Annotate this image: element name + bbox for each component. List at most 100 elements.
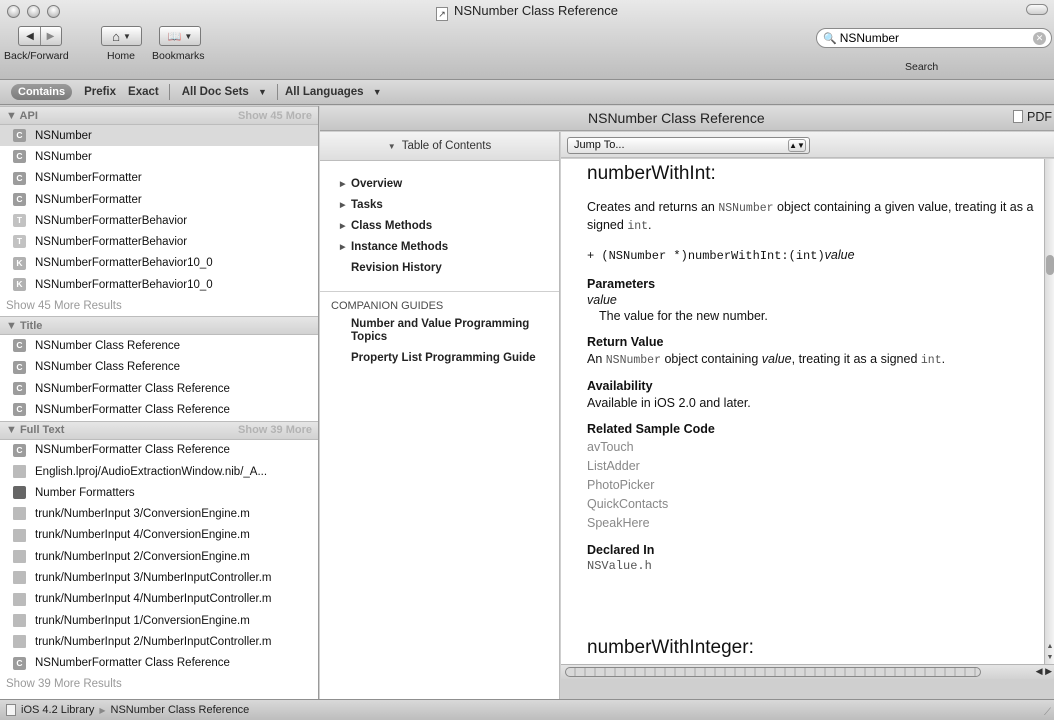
result-row[interactable]: C NSNumberFormatter Class Reference [0, 378, 318, 399]
languages-popup[interactable]: All Languages ▼ [285, 86, 382, 98]
forward-icon[interactable]: ▶ [40, 27, 60, 45]
result-row[interactable]: C NSNumber [0, 125, 318, 147]
result-type-icon: C [13, 192, 26, 206]
search-input[interactable] [839, 31, 1020, 45]
toc-item-overview[interactable]: ▶ Overview [320, 173, 559, 194]
breadcrumb-library[interactable]: iOS 4.2 Library [21, 704, 94, 716]
content-vertical-scrollbar[interactable]: ▲ ▼ [1044, 159, 1054, 664]
result-row[interactable]: trunk/NumberInput 3/NumberInputControlle… [0, 567, 318, 588]
method-declaration: + (NSNumber *)numberWithInt:(int)value [587, 248, 855, 263]
result-row[interactable]: trunk/NumberInput 1/ConversionEngine.m [0, 610, 318, 631]
jump-to-bar: Jump To... ▲▼ [561, 132, 1054, 158]
companion-guide-link[interactable]: Number and Value Programming Topics [320, 318, 559, 344]
disclosure-triangle-icon: ▼ [6, 109, 17, 122]
chevron-down-icon: ▼ [122, 31, 131, 41]
table-of-contents-pane: ▼ Table of Contents ▶ Overview ▶ Tasks ▶ Cla… [320, 132, 560, 699]
toc-header[interactable]: ▼ Table of Contents [320, 132, 559, 161]
result-row[interactable]: K NSNumberFormatterBehavior10_0 [0, 253, 318, 274]
scroll-thumb[interactable] [1046, 255, 1054, 275]
result-row[interactable]: English.lproj/AudioExtractionWindow.nib/… [0, 461, 318, 482]
companion-guide-link[interactable]: Property List Programming Guide [320, 352, 559, 365]
result-row[interactable]: trunk/NumberInput 4/ConversionEngine.m [0, 525, 318, 546]
scroll-thumb[interactable] [565, 667, 981, 677]
show-more-results-link[interactable]: Show 45 More Results [0, 295, 318, 316]
scope-prefix-button[interactable]: Prefix [84, 86, 116, 98]
result-label: NSNumber Class Reference [35, 361, 181, 374]
scope-exact-button[interactable]: Exact [128, 86, 159, 98]
result-label: NSNumberFormatterBehavior [35, 236, 188, 249]
scroll-right-icon[interactable]: ▶ [1045, 666, 1052, 676]
title-group-header[interactable]: ▼ Title [0, 316, 318, 336]
sample-code-link[interactable]: PhotoPicker [587, 476, 1044, 495]
show-more-link[interactable]: Show 45 More [238, 110, 312, 122]
home-label: Home [107, 50, 136, 62]
content-horizontal-scrollbar[interactable]: ◀ ▶ [561, 664, 1054, 679]
result-type-icon: C [13, 150, 26, 164]
result-row[interactable]: C NSNumberFormatter [0, 189, 318, 210]
result-row[interactable]: T NSNumberFormatterBehavior [0, 231, 318, 252]
full-text-group-header[interactable]: ▼ Full Text Show 39 More [0, 420, 318, 440]
result-row[interactable]: T NSNumberFormatterBehavior [0, 210, 318, 231]
result-row[interactable]: C NSNumber [0, 146, 318, 167]
jump-to-popup[interactable]: Jump To... ▲▼ [567, 137, 810, 154]
home-button[interactable]: ⌂ ▼ [101, 26, 142, 46]
result-type-icon: C [13, 360, 26, 374]
chevron-down-icon: ▼ [184, 31, 193, 41]
parameters-heading: Parameters [587, 277, 656, 291]
companion-guides-header: COMPANION GUIDES [331, 300, 444, 312]
result-row[interactable]: C NSNumberFormatter [0, 168, 318, 189]
pdf-icon [1013, 110, 1023, 123]
pdf-button[interactable]: PDF [1013, 110, 1052, 124]
scroll-down-icon[interactable]: ▼ [1045, 654, 1054, 661]
search-field[interactable]: 🔍 ✕ [816, 28, 1052, 48]
toc-item-tasks[interactable]: ▶ Tasks [320, 194, 559, 215]
result-row[interactable]: trunk/NumberInput 4/NumberInputControlle… [0, 589, 318, 610]
result-row[interactable]: C NSNumber Class Reference [0, 335, 318, 356]
result-row[interactable]: C NSNumberFormatter Class Reference [0, 440, 318, 461]
toolbar-toggle-button[interactable] [1026, 4, 1048, 15]
result-label: NSNumberFormatterBehavior10_0 [35, 278, 213, 291]
resize-grip-icon[interactable]: ⟋ [1044, 707, 1051, 718]
toc-item-class-methods[interactable]: ▶ Class Methods [320, 215, 559, 236]
scope-contains-button[interactable]: Contains [11, 84, 73, 100]
result-row[interactable]: trunk/NumberInput 2/NumberInputControlle… [0, 631, 318, 652]
result-type-icon: T [13, 235, 26, 249]
bookmarks-icon: 📖 [167, 30, 182, 43]
search-icon: 🔍 [823, 32, 837, 45]
result-row[interactable]: C NSNumberFormatter Class Reference [0, 653, 318, 674]
result-label: NSNumberFormatter Class Reference [35, 444, 230, 457]
related-sample-code-heading: Related Sample Code [587, 422, 715, 436]
search-results-sidebar: ▼ API Show 45 More C NSNumber C NSNumber C NS… [0, 106, 319, 699]
result-label: NSNumberFormatter Class Reference [35, 657, 230, 670]
result-row[interactable]: trunk/NumberInput 3/ConversionEngine.m [0, 503, 318, 524]
toc-item-instance-methods[interactable]: ▶ Instance Methods [320, 236, 559, 257]
api-group-header[interactable]: ▼ API Show 45 More [0, 106, 318, 125]
result-row[interactable]: K NSNumberFormatterBehavior10_0 [0, 274, 318, 295]
doc-sets-popup[interactable]: All Doc Sets ▼ [182, 86, 267, 98]
breadcrumb-page[interactable]: NSNumber Class Reference [111, 704, 250, 716]
back-forward-control[interactable]: ◀ ▶ [18, 26, 62, 46]
result-row[interactable]: C NSNumber Class Reference [0, 357, 318, 378]
divider [168, 84, 170, 100]
sample-code-link[interactable]: avTouch [587, 438, 1044, 457]
scroll-left-icon[interactable]: ◀ [1036, 666, 1043, 676]
result-row[interactable]: trunk/NumberInput 2/ConversionEngine.m [0, 546, 318, 567]
show-more-results-link[interactable]: Show 39 More Results [0, 674, 318, 695]
result-label: NSNumber [35, 150, 92, 163]
result-type-icon: T [13, 214, 26, 228]
toc-item-revision-history[interactable]: Revision History [320, 257, 559, 278]
clear-search-icon[interactable]: ✕ [1033, 32, 1046, 45]
result-type-icon: C [13, 403, 26, 417]
result-row[interactable]: Number Formatters [0, 482, 318, 503]
scroll-up-icon[interactable]: ▲ [1045, 643, 1054, 650]
sample-code-link[interactable]: SpeakHere [587, 514, 1044, 533]
show-more-link[interactable]: Show 39 More [238, 424, 312, 436]
home-icon: ⌂ [112, 28, 120, 44]
result-label: trunk/NumberInput 1/ConversionEngine.m [35, 614, 250, 627]
back-icon[interactable]: ◀ [20, 27, 40, 45]
sample-code-link[interactable]: QuickContacts [587, 495, 1044, 514]
result-row[interactable]: C NSNumberFormatter Class Reference [0, 399, 318, 420]
method-description: Creates and returns an NSNumber object c… [587, 200, 1034, 233]
sample-code-link[interactable]: ListAdder [587, 457, 1044, 476]
bookmarks-button[interactable]: 📖 ▼ [159, 26, 201, 46]
